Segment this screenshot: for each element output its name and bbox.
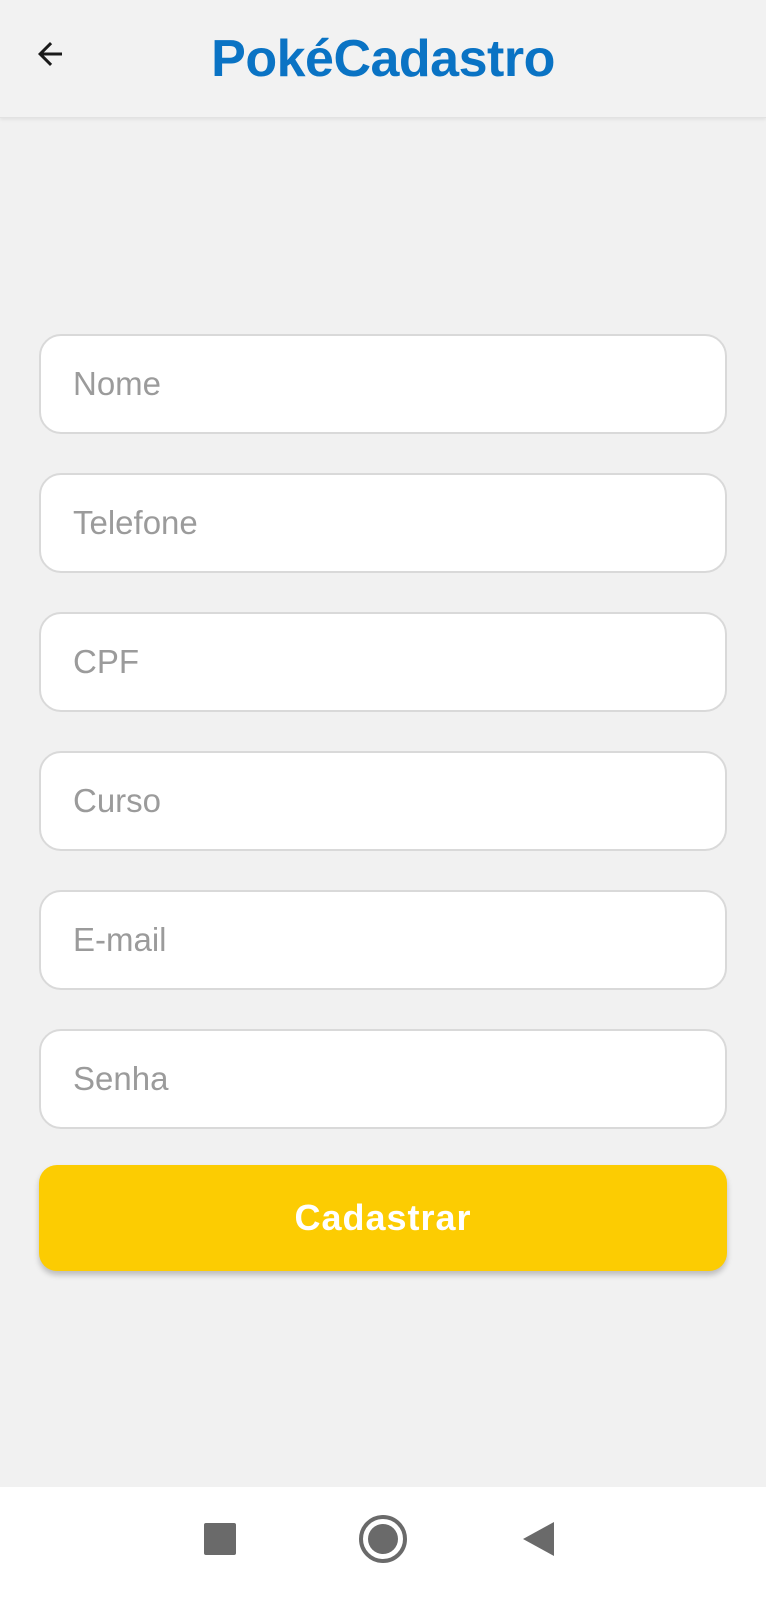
cpf-field[interactable] [39, 612, 727, 712]
name-field[interactable] [39, 334, 727, 434]
recents-button[interactable] [188, 1507, 252, 1571]
password-field[interactable] [39, 1029, 727, 1129]
signup-form: Cadastrar [39, 334, 727, 1271]
circle-icon [359, 1515, 407, 1563]
app-header: PokéCadastro [0, 0, 766, 118]
course-field[interactable] [39, 751, 727, 851]
system-back-button[interactable] [506, 1507, 570, 1571]
square-icon [204, 1523, 236, 1555]
home-button[interactable] [351, 1507, 415, 1571]
triangle-back-icon [523, 1522, 554, 1556]
email-field[interactable] [39, 890, 727, 990]
phone-field[interactable] [39, 473, 727, 573]
register-button[interactable]: Cadastrar [39, 1165, 727, 1271]
page-title: PokéCadastro [211, 30, 555, 88]
system-navigation-bar [0, 1487, 766, 1600]
signup-screen: PokéCadastro Cadastrar [0, 0, 766, 1600]
